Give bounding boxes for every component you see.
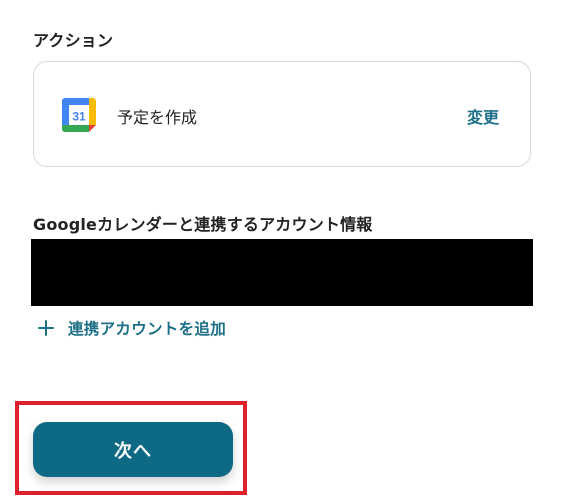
page: アクション 31 予定を作成 変更 Googleカレンダーと連携するアカウント情… xyxy=(0,0,574,498)
google-calendar-icon: 31 xyxy=(62,98,96,132)
next-button[interactable]: 次へ xyxy=(33,422,233,477)
action-card: 31 予定を作成 変更 xyxy=(33,61,531,167)
action-title: 予定を作成 xyxy=(117,108,198,127)
add-account-label: 連携アカウントを追加 xyxy=(68,320,227,338)
calendar-day-number: 31 xyxy=(72,110,86,124)
redacted-account-info xyxy=(31,239,533,306)
plus-icon xyxy=(36,318,56,338)
change-action-link[interactable]: 変更 xyxy=(467,104,499,128)
add-account-button[interactable]: 連携アカウントを追加 xyxy=(36,315,226,341)
action-section-label: アクション xyxy=(33,31,114,50)
account-section-label: Googleカレンダーと連携するアカウント情報 xyxy=(33,215,373,234)
